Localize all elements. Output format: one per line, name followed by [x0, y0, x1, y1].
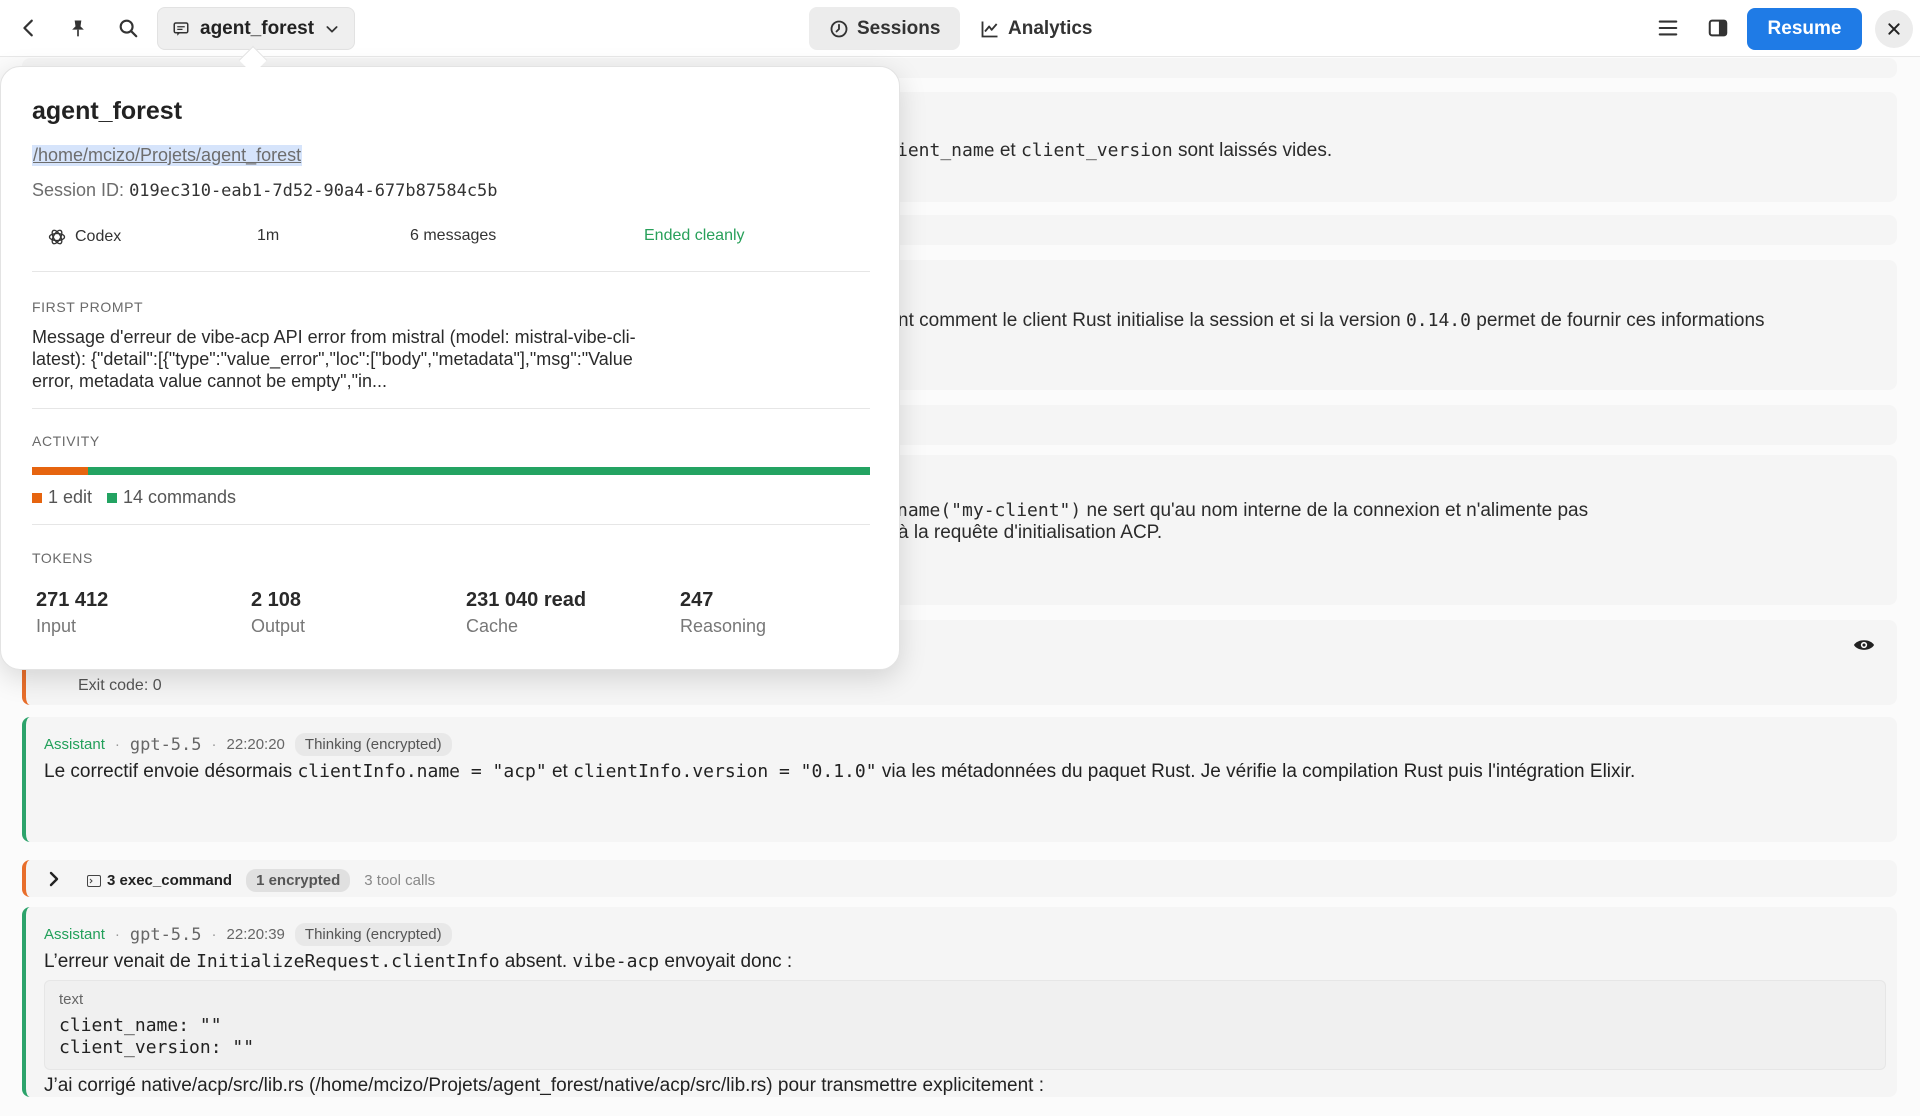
search-icon[interactable]	[110, 10, 146, 46]
message-meta: Assistant · gpt-5.5 · 22:20:39 Thinking …	[44, 923, 452, 946]
section-label: ACTIVITY	[32, 433, 100, 449]
menu-icon[interactable]	[1650, 10, 1686, 46]
close-button[interactable]	[1875, 10, 1913, 48]
tokens-input-label: Input	[36, 616, 77, 636]
message-text: nt comment le client Rust initialise la …	[898, 310, 1765, 331]
tab-analytics[interactable]: Analytics	[960, 7, 1112, 50]
project-path[interactable]: /home/mcizo/Projets/agent_forest	[32, 145, 303, 166]
legend-edits: 1 edit	[32, 487, 92, 508]
openai-icon	[48, 229, 66, 245]
top-bar: agent_forest Sessions Analytics Resume	[0, 0, 1920, 57]
message-text: name("my-client") ne sert qu'au nom inte…	[897, 500, 1589, 521]
tab-sessions-label: Sessions	[857, 17, 941, 39]
section-label: TOKENS	[32, 550, 93, 566]
split-view-icon[interactable]	[1700, 10, 1736, 46]
model-name: gpt-5.5	[129, 924, 202, 945]
activity-edit-segment	[32, 467, 88, 475]
separator: ·	[114, 736, 120, 753]
message-body: Le correctif envoie désormais clientInfo…	[44, 761, 1636, 782]
tool-call-count: 3 tool calls	[364, 872, 436, 889]
tokens-reasoning-value: 247	[680, 589, 714, 611]
pin-icon[interactable]	[60, 10, 96, 46]
model-name: gpt-5.5	[129, 734, 202, 755]
divider	[32, 524, 870, 525]
timestamp: 22:20:20	[226, 736, 285, 753]
message-text: ient_name et client_version sont laissés…	[897, 140, 1333, 161]
code-line: client_version: ""	[59, 1037, 255, 1058]
session-popover: agent_forest /home/mcizo/Projets/agent_f…	[0, 66, 900, 670]
activity-bar	[32, 467, 870, 475]
edit-swatch	[32, 492, 42, 503]
exit-code: Exit code: 0	[78, 677, 162, 694]
workspace-name: agent_forest	[200, 17, 315, 39]
chart-line-icon	[981, 21, 998, 37]
role-label: Assistant	[44, 736, 105, 753]
commands-swatch	[107, 492, 117, 503]
duration-stat: 1m	[257, 227, 280, 244]
status-stat: Ended cleanly	[644, 227, 745, 244]
legend-commands: 14 commands	[107, 487, 236, 508]
tokens-input-value: 271 412	[36, 589, 109, 611]
role-label: Assistant	[44, 926, 105, 943]
message-footer: J’ai corrigé native/acp/src/lib.rs (/hom…	[44, 1075, 1044, 1096]
tool-group-header: 3 exec_command 1 encrypted 3 tool calls	[87, 869, 435, 892]
workspace-selector[interactable]: agent_forest	[157, 7, 356, 50]
popover-title: agent_forest	[32, 97, 183, 125]
tokens-output-value: 2 108	[251, 589, 302, 611]
first-prompt: Message d'erreur de vibe-acp API error f…	[32, 327, 636, 391]
section-label: FIRST PROMPT	[32, 299, 144, 315]
message-text: à la requête d'initialisation ACP.	[898, 522, 1163, 543]
tokens-reasoning-label: Reasoning	[680, 616, 767, 636]
code-block: text client_name: "" client_version: ""	[44, 980, 1886, 1070]
divider	[32, 408, 870, 409]
tokens-cache-value: 231 040 read	[466, 589, 587, 611]
tool-group[interactable]: 3 exec_command 1 encrypted 3 tool calls	[22, 860, 1897, 897]
clock-icon	[830, 20, 848, 37]
divider	[32, 271, 870, 272]
tab-analytics-label: Analytics	[1008, 17, 1093, 39]
assistant-message: Assistant · gpt-5.5 · 22:20:39 Thinking …	[22, 907, 1897, 1097]
code-line: client_name: ""	[59, 1015, 222, 1036]
encrypted-badge: 1 encrypted	[246, 869, 351, 892]
separator: ·	[114, 926, 120, 943]
terminal-icon	[87, 874, 101, 887]
session-id-label: Session ID:	[32, 180, 125, 200]
eye-icon[interactable]	[1853, 637, 1875, 658]
back-icon[interactable]	[11, 10, 47, 46]
separator: ·	[211, 926, 217, 943]
message-body: L’erreur venait de InitializeRequest.cli…	[44, 951, 793, 972]
timestamp: 22:20:39	[226, 926, 285, 943]
assistant-message: Assistant · gpt-5.5 · 22:20:20 Thinking …	[22, 717, 1897, 842]
code-lang: text	[59, 991, 84, 1008]
tool-group-title: 3 exec_command	[87, 872, 232, 889]
tokens-cache-label: Cache	[466, 616, 519, 636]
tab-sessions[interactable]: Sessions	[809, 7, 961, 50]
agent-stat: Codex	[47, 227, 121, 247]
tokens-output-label: Output	[251, 616, 306, 636]
thinking-badge[interactable]: Thinking (encrypted)	[294, 923, 452, 946]
chat-icon	[173, 21, 189, 36]
resume-button[interactable]: Resume	[1747, 8, 1862, 50]
message-meta: Assistant · gpt-5.5 · 22:20:20 Thinking …	[44, 733, 452, 756]
chevron-right-icon[interactable]	[48, 871, 60, 892]
messages-stat: 6 messages	[410, 227, 497, 244]
separator: ·	[211, 736, 217, 753]
thinking-badge[interactable]: Thinking (encrypted)	[294, 733, 452, 756]
close-icon	[1888, 23, 1900, 35]
session-id-row: Session ID: 019ec310-eab1-7d52-90a4-677b…	[32, 180, 498, 201]
chevron-down-icon	[326, 25, 338, 33]
session-id[interactable]: 019ec310-eab1-7d52-90a4-677b87584c5b	[129, 181, 497, 201]
